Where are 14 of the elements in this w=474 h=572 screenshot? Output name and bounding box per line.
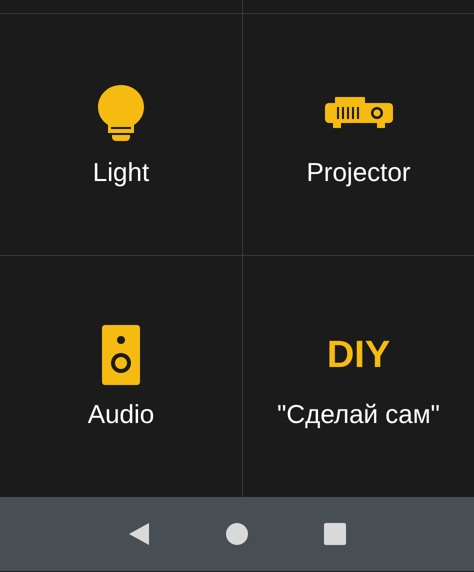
tile-label: Audio bbox=[88, 400, 154, 429]
projector-icon bbox=[324, 97, 392, 130]
tile-label: Light bbox=[92, 158, 150, 187]
device-tile[interactable]: Audio bbox=[0, 256, 243, 497]
device-tile[interactable]: Light bbox=[0, 14, 243, 256]
light-bulb-icon bbox=[98, 85, 144, 142]
tile-label: "Сделай сам" bbox=[277, 400, 440, 429]
tile-label: Projector bbox=[306, 158, 411, 187]
tile-icon-text: DIY bbox=[326, 336, 390, 374]
device-tile[interactable]: DIY "Сделай сам" bbox=[243, 256, 474, 497]
home-icon[interactable] bbox=[226, 523, 248, 545]
speaker-icon bbox=[102, 325, 140, 386]
device-tile[interactable]: Projector bbox=[243, 14, 474, 256]
back-icon[interactable] bbox=[128, 522, 150, 546]
